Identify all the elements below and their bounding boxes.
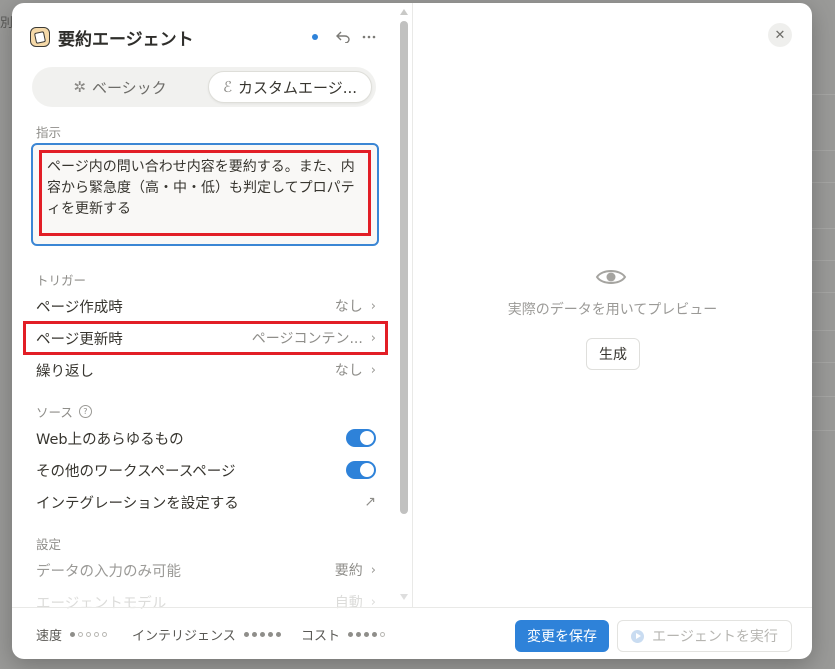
sources-heading: ソース ? [36,402,92,421]
eye-icon [595,270,627,284]
rating-dot [267,632,273,637]
trigger-label: 繰り返し [36,363,94,380]
agent-app-icon [30,27,50,47]
rating-dot [275,632,281,637]
sources-label: ソース [36,405,73,420]
instructions-textarea[interactable]: ページ内の問い合わせ内容を要約する。また、内容から緊急度（高・中・低）も判定して… [31,143,379,246]
run-agent-label: エージェントを実行 [652,629,778,645]
trigger-label: ページ更新時 [36,331,123,348]
instructions-heading: 指示 [36,125,62,140]
external-link-icon: ↗ [364,494,376,510]
chevron-right-icon: › [370,362,376,378]
rating-dot [86,632,92,637]
rating-dot [372,632,378,637]
status-dot [312,34,318,40]
background-divider [810,330,835,331]
rating-dot [243,632,249,637]
tab-basic[interactable]: ✲ ベーシック [36,71,204,103]
source-label: Web上のあらゆるもの [36,431,184,448]
rating-dot [380,632,386,637]
trigger-recurring[interactable]: 繰り返し なし › [36,355,376,385]
tab-basic-label: ベーシック [91,78,167,97]
close-icon: ✕ [774,27,786,43]
dialog-header: 要約エージェント [30,23,380,51]
rating-dot [251,632,257,637]
background-divider [810,94,835,95]
setting-data-input-only[interactable]: データの入力のみ可能 要約 › [36,555,376,585]
rating-dot [70,632,76,637]
trigger-page-updated[interactable]: ページ更新時 ページコンテン... › [36,323,376,353]
metric-label: インテリジェンス [132,629,236,644]
undo-icon[interactable] [332,26,354,48]
scrollbar-thumb[interactable] [400,21,408,514]
trigger-value: なし [334,363,363,379]
source-workspace-pages: その他のワークスペースページ [36,455,376,485]
setting-label: データの入力のみ可能 [36,563,181,580]
background-divider [810,228,835,229]
scroll-up-arrow-icon[interactable] [400,9,408,15]
triggers-heading: トリガー [36,273,87,288]
rating-dot [348,632,354,637]
save-changes-button[interactable]: 変更を保存 [515,620,609,652]
background-divider [810,362,835,363]
rating-dot [94,632,100,637]
help-icon[interactable]: ? [78,405,92,418]
settings-heading: 設定 [36,537,62,552]
rating-dot [78,632,84,637]
sparkle-icon: ✲ [73,78,86,96]
trigger-label: ページ作成時 [36,299,123,316]
source-label: その他のワークスペースページ [36,463,236,480]
close-button[interactable]: ✕ [768,23,792,47]
agent-config-panel: 要約エージェント ✲ ベーシック ℰ カスタムエージ... 指示 ページ内の問い… [12,3,412,612]
background-divider [810,260,835,261]
metric-intelligence: インテリジェンス [132,625,284,644]
integration-setup-link[interactable]: インテグレーションを設定する ↗ [36,487,376,517]
metric-speed: 速度 [36,625,110,644]
dialog-footer: 速度 インテリジェンス コスト 変更を保存 エージェントを実行 [12,607,812,659]
rating-dot [259,632,265,637]
background-divider [810,396,835,397]
metric-rating [70,632,110,637]
rating-dot [364,632,370,637]
chevron-right-icon: › [370,330,376,346]
play-icon [631,629,645,643]
agent-title: 要約エージェント [58,29,194,50]
metric-label: 速度 [36,629,63,644]
metric-rating [348,632,388,637]
preview-placeholder: 実際のデータを用いてプレビュー [507,302,718,318]
rating-dot [102,632,108,637]
more-icon[interactable] [358,26,380,48]
chevron-right-icon: › [370,298,376,314]
scrollbar[interactable] [396,3,412,607]
chevron-right-icon: › [370,562,376,578]
generate-button[interactable]: 生成 [586,338,640,370]
agent-settings-dialog: 要約エージェント ✲ ベーシック ℰ カスタムエージ... 指示 ページ内の問い… [12,3,812,659]
background-divider [810,182,835,183]
metric-cost: コスト [301,625,388,644]
background-divider [810,430,835,431]
tab-custom-agent[interactable]: ℰ カスタムエージ... [208,71,372,103]
background-divider [810,150,835,151]
metric-label: コスト [301,629,341,644]
trigger-value: なし [334,299,363,315]
source-web: Web上のあらゆるもの [36,423,376,453]
instructions-text: ページ内の問い合わせ内容を要約する。また、内容から緊急度（高・中・低）も判定して… [47,159,355,217]
run-agent-button[interactable]: エージェントを実行 [617,620,792,652]
tab-custom-agent-label: カスタムエージ... [238,78,358,97]
metric-rating [243,632,284,637]
integration-label: インテグレーションを設定する [36,495,239,512]
custom-agent-icon: ℰ [222,78,233,96]
mode-switch: ✲ ベーシック ℰ カスタムエージ... [32,67,376,107]
scroll-down-arrow-icon[interactable] [400,594,408,600]
setting-value: 要約 [334,563,363,579]
source-workspace-toggle[interactable] [346,461,376,479]
trigger-page-created[interactable]: ページ作成時 なし › [36,291,376,321]
trigger-value: ページコンテン... [251,331,363,347]
source-web-toggle[interactable] [346,429,376,447]
background-divider [810,292,835,293]
rating-dot [356,632,362,637]
